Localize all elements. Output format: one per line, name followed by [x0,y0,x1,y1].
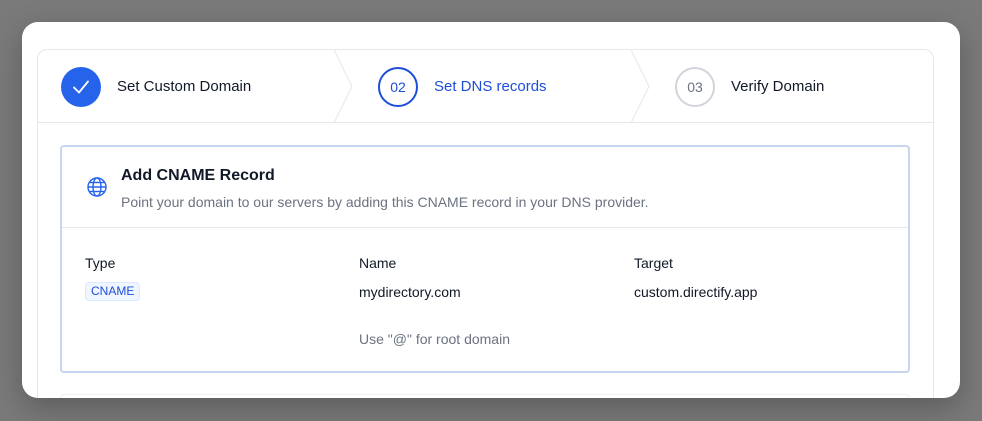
check-icon [73,80,89,93]
step-number-circle: 03 [675,66,715,107]
step-divider-chevron [631,50,650,123]
cname-record-card: Add CNAME Record Point your domain to ou… [60,145,910,373]
name-header: Name [359,255,397,271]
type-header: Type [85,255,116,271]
step-label: Set DNS records [434,78,547,95]
step-label: Verify Domain [731,78,825,95]
globe-icon [87,177,107,197]
record-name-value[interactable]: mydirectory.com [359,283,510,301]
step-set-dns-records[interactable]: 02 Set DNS records [336,50,650,123]
record-type-badge: CNAME [85,282,141,301]
card-title: Add CNAME Record [121,167,275,184]
step-set-custom-domain[interactable]: Set Custom Domain [38,50,353,123]
card-description: Point your domain to our servers by addi… [121,194,649,210]
next-card-edge [60,394,910,398]
target-column: Target custom.directify.app [634,254,757,301]
dialog: Set Custom Domain 02 Set DNS records 03 … [22,22,960,398]
record-row: Type CNAME Name mydirectory.com Use "@" … [62,228,908,373]
step-label: Set Custom Domain [117,78,252,95]
type-column: Type CNAME [85,254,141,301]
name-column: Name mydirectory.com Use "@" for root do… [359,254,510,348]
card-header: Add CNAME Record Point your domain to ou… [62,147,908,228]
step-divider-chevron [334,50,353,123]
record-target-value[interactable]: custom.directify.app [634,283,757,301]
step-number-circle: 02 [378,66,418,107]
step-complete-circle [61,66,101,107]
target-header: Target [634,255,673,271]
stepper: Set Custom Domain 02 Set DNS records 03 … [38,50,933,123]
step-verify-domain[interactable]: 03 Verify Domain [633,50,933,123]
root-domain-hint: Use "@" for root domain [359,331,510,347]
